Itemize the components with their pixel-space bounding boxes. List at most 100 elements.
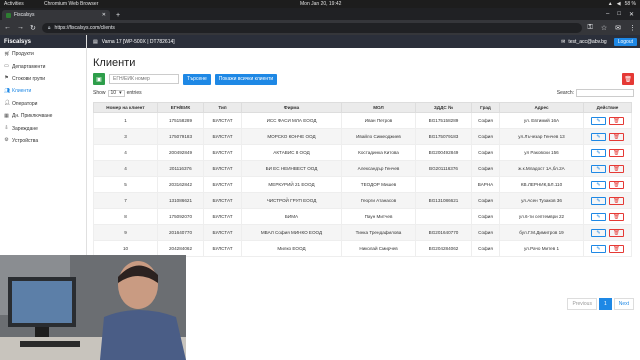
table-cell: Александър Генчев (341, 160, 416, 177)
show-label: Show (93, 90, 106, 96)
pager-previous[interactable]: Previous (567, 298, 597, 310)
key-icon[interactable]: ⚿ (588, 24, 593, 32)
edit-button[interactable]: ✎ (591, 164, 606, 173)
column-header[interactable]: ЗДДС № (415, 102, 472, 113)
table-cell: BG175158289 (415, 112, 472, 129)
delete-button[interactable]: 🗑︎ (609, 132, 624, 141)
delete-button[interactable]: 🗑︎ (609, 148, 624, 157)
pager-page-1[interactable]: 1 (598, 298, 612, 310)
sidebar-item-gear[interactable]: ⚙ Устройства (0, 135, 86, 147)
gear-icon: ⚙ (4, 137, 9, 144)
table-search: Search: (557, 89, 634, 97)
sidebar-item-label: Зареждане (12, 125, 38, 132)
tab-close-icon[interactable]: ✕ (102, 12, 106, 18)
edit-button[interactable]: ✎ (591, 244, 606, 253)
printer-icon: ▤ (93, 38, 98, 45)
egn-search-input[interactable] (109, 74, 179, 84)
forward-icon[interactable]: → (17, 24, 24, 31)
delete-button[interactable]: 🗑︎ (609, 196, 624, 205)
close-window-icon[interactable]: ✕ (629, 11, 634, 18)
new-tab-button[interactable]: + (116, 12, 120, 19)
mail-icon: ✉ (561, 38, 566, 45)
minimize-icon[interactable]: – (606, 11, 609, 18)
row-actions: ✎ 🗑︎ (585, 164, 631, 173)
system-tray[interactable]: ▲ ◀ 58 % (608, 1, 636, 7)
brand-logo[interactable]: Fiscalsys (0, 35, 86, 48)
cart-icon: 🛒︎ (4, 50, 11, 57)
browser-tab[interactable]: Fiscalsys ✕ (2, 10, 110, 20)
table-cell: ж.к.Младост 1А,бл.2А (499, 160, 584, 177)
sidebar-item-cart[interactable]: 🛒︎ Продукти (0, 48, 86, 60)
reload-icon[interactable]: ↻ (30, 24, 36, 32)
column-header[interactable]: ЕГН/ЕИК (157, 102, 204, 113)
clock[interactable]: Mon Jan 20, 19:42 (300, 1, 341, 7)
edit-button[interactable]: ✎ (591, 116, 606, 125)
column-header[interactable]: Действие (583, 102, 632, 113)
entries-select[interactable]: 10 ▾ (107, 89, 125, 97)
edit-button[interactable]: ✎ (591, 180, 606, 189)
row-actions: ✎ 🗑︎ (585, 180, 631, 189)
maximize-icon[interactable]: □ (617, 11, 621, 18)
delete-button[interactable]: 🗑︎ (609, 180, 624, 189)
clients-table: Номер на клиент ЕГН/ЕИК Тип Фирма МОЛ ЗДДС № Г… (93, 102, 632, 257)
table-cell: Паун Митчев (341, 208, 416, 225)
volume-icon: ◀ (616, 1, 621, 7)
sidebar-item-folder[interactable]: ▭ Департаменти (0, 60, 86, 72)
logout-button[interactable]: Logout (613, 37, 637, 46)
sidebar-item-users[interactable]: 👥︎ Клиенти (0, 85, 86, 97)
column-header[interactable]: Номер на клиент (93, 102, 158, 113)
delete-all-button[interactable]: 🗑︎ (622, 73, 634, 85)
table-cell: ул.Рачо Митев 1 (499, 240, 584, 257)
sidebar-item-label: Клиенти (12, 88, 32, 95)
table-row: 8 175092070 БУЛСТАТ БИМА Паун Митчев София ул.… (93, 208, 632, 225)
pagination: Previous 1 Next (567, 298, 634, 310)
edit-button[interactable]: ✎ (591, 212, 606, 221)
column-header[interactable]: Фирма (241, 102, 342, 113)
activities-button[interactable]: Activities (4, 1, 44, 7)
edit-button[interactable]: ✎ (591, 196, 606, 205)
star-icon[interactable]: ☆ (601, 24, 607, 32)
column-header[interactable]: Град (471, 102, 500, 113)
extensions-area: ⚿ ☆ ✉ ⋮ (588, 24, 636, 32)
sidebar-item-tags[interactable]: ⚑ Стокови групи (0, 73, 86, 85)
column-header[interactable]: Адрес (499, 102, 584, 113)
menu-icon[interactable]: ⋮ (629, 24, 636, 32)
device-label[interactable]: Varna 17 [WP-500X | DT782614] (102, 39, 175, 45)
add-client-button[interactable]: ▣ (93, 73, 105, 85)
table-cell: БУЛСТАТ (203, 160, 242, 177)
delete-button[interactable]: 🗑︎ (609, 244, 624, 253)
delete-button[interactable]: 🗑︎ (609, 212, 624, 221)
lock-icon: 🔒︎ (47, 24, 51, 31)
report-icon: ▦ (4, 112, 9, 119)
pager-next[interactable]: Next (613, 298, 634, 310)
show-all-clients-button[interactable]: Покажи всички клиенти (214, 73, 278, 85)
edit-button[interactable]: ✎ (591, 132, 606, 141)
sidebar-item-report[interactable]: ▦ Дн. Приключване (0, 110, 86, 122)
table-search-input[interactable] (576, 89, 634, 97)
os-top-bar: Activities Chromium Web Browser Mon Jan … (0, 0, 640, 8)
back-icon[interactable]: ← (4, 24, 11, 31)
address-bar[interactable]: 🔒︎ https://fiscalsys.com/clients (41, 22, 582, 33)
sidebar-item-user[interactable]: 👤︎ Оператори (0, 98, 86, 110)
edit-button[interactable]: ✎ (591, 228, 606, 237)
extension-icon[interactable]: ✉ (615, 24, 621, 32)
table-cell: ул Раковски 156 (499, 144, 584, 161)
row-actions: ✎ 🗑︎ (585, 196, 631, 205)
row-actions: ✎ 🗑︎ (585, 132, 631, 141)
window-controls: – □ ✕ (606, 11, 640, 18)
action-cell: ✎ 🗑︎ (583, 144, 632, 161)
column-header[interactable]: МОЛ (341, 102, 416, 113)
table-cell: София (471, 240, 500, 257)
edit-button[interactable]: ✎ (591, 148, 606, 157)
delete-button[interactable]: 🗑︎ (609, 164, 624, 173)
action-cell: ✎ 🗑︎ (583, 240, 632, 257)
search-button[interactable]: Търсене (183, 73, 211, 85)
table-cell: София (471, 208, 500, 225)
delete-button[interactable]: 🗑︎ (609, 228, 624, 237)
user-email[interactable]: test_acc@abv.bg (568, 39, 606, 45)
delete-button[interactable]: 🗑︎ (609, 116, 624, 125)
table-cell: 4 (93, 144, 158, 161)
sidebar-item-download[interactable]: ⇩ Зареждане (0, 122, 86, 134)
column-header[interactable]: Тип (203, 102, 242, 113)
table-cell: ул.Асен Тузаков 36 (499, 192, 584, 209)
